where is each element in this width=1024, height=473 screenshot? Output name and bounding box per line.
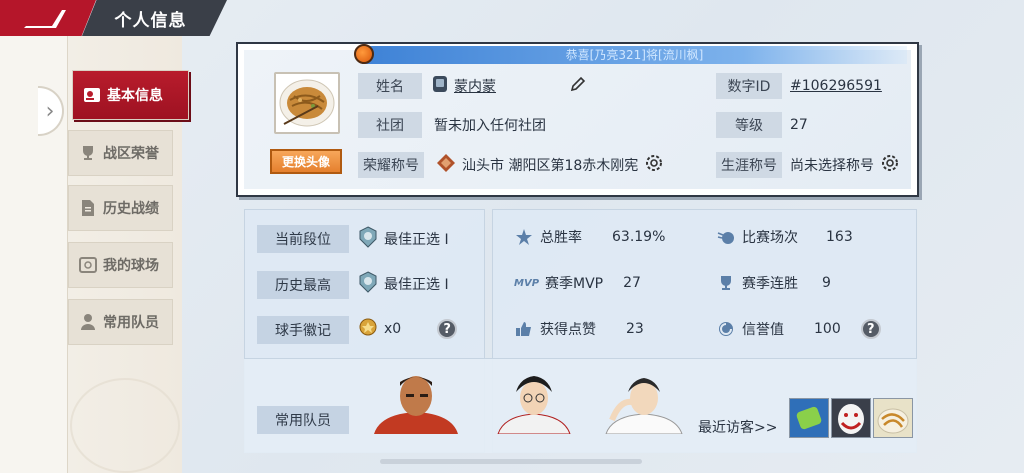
food-plate-icon: [279, 79, 335, 127]
help-icon[interactable]: ?: [860, 319, 881, 339]
sidebar-item-label: 基本信息: [107, 88, 163, 104]
player-badge-field: x0 ?: [358, 316, 458, 342]
current-rank-label: 当前段位: [257, 225, 349, 253]
numeric-id-label: 数字ID: [716, 73, 782, 99]
player-portrait-3[interactable]: [598, 370, 690, 442]
person-icon: [79, 313, 97, 331]
honor-title-label: 荣耀称号: [358, 152, 424, 178]
rank-badge-icon: [358, 271, 378, 297]
credit-label: 信誉值: [742, 322, 784, 338]
best-rank-label: 历史最高: [257, 271, 349, 299]
diamond-badge-icon: [436, 153, 456, 177]
sidebar-item-court[interactable]: 我的球场: [68, 242, 173, 288]
announcement-ticker: 恭喜[乃亮321]将[流川枫]: [362, 46, 907, 64]
edit-pencil-icon[interactable]: [570, 76, 586, 96]
current-rank-field: 最佳正选 I: [358, 226, 449, 252]
streak-label: 赛季连胜: [742, 276, 798, 292]
basketball-motion-icon: [716, 227, 736, 247]
visitor-avatar-2[interactable]: [831, 398, 871, 438]
likes-field: 获得点赞 23: [514, 316, 644, 342]
sidebar-item-history[interactable]: 历史战绩: [68, 185, 173, 231]
streak-field: 赛季连胜 9: [716, 270, 831, 296]
likes-value: 23: [626, 321, 644, 337]
honor-title-value: 汕头市 潮阳区第18赤木刚宪: [462, 158, 639, 174]
level-label: 等级: [716, 112, 782, 138]
page-title: 个人信息: [82, 0, 227, 36]
player-badge-label: 球手徽记: [257, 316, 349, 344]
phone-icon: [432, 75, 448, 97]
matches-value: 163: [826, 229, 853, 245]
sidebar-item-honors[interactable]: 战区荣誉: [68, 130, 173, 176]
likes-label: 获得点赞: [540, 322, 596, 338]
name-label: 姓名: [358, 73, 422, 99]
career-title-field: 尚未选择称号: [790, 152, 900, 178]
chevron-right-icon: ›: [45, 98, 55, 124]
mvp-label: 赛季MVP: [545, 276, 604, 292]
gear-icon[interactable]: [880, 153, 900, 177]
sidebar-item-basic-info[interactable]: 基本信息: [72, 70, 189, 120]
best-rank-value: 最佳正选 I: [384, 277, 449, 293]
mvp-value: 27: [623, 275, 641, 291]
trophy-icon: [716, 273, 736, 293]
player-portrait-2[interactable]: [488, 370, 580, 442]
level-value: 27: [790, 117, 808, 133]
streak-value: 9: [822, 275, 831, 291]
basketball-icon: [354, 44, 374, 64]
player-badge-value: x0: [384, 321, 402, 337]
matches-label: 比赛场次: [742, 230, 798, 246]
credit-swirl-icon: [716, 319, 736, 339]
rank-badge-icon: [358, 226, 378, 252]
visitor-avatar-1[interactable]: [789, 398, 829, 438]
credit-field: 信誉值 100 ?: [716, 316, 881, 342]
matches-field: 比赛场次 163: [716, 224, 853, 250]
document-icon: [79, 199, 97, 217]
user-card-icon: [83, 86, 101, 104]
horizontal-scrollbar[interactable]: [380, 459, 642, 464]
trophy-icon: [79, 144, 97, 162]
club-value: 暂未加入任何社团: [434, 118, 546, 134]
sidebar-item-label: 战区荣誉: [103, 146, 159, 162]
club-label: 社团: [358, 112, 422, 138]
help-icon[interactable]: ?: [437, 319, 458, 339]
winrate-value: 63.19%: [612, 229, 666, 245]
player-portrait-1[interactable]: [370, 370, 462, 442]
thumbs-up-icon: [514, 319, 534, 339]
mvp-field: MVP 赛季MVP 27: [514, 270, 641, 296]
basketball-watermark: [70, 378, 180, 473]
sidebar-item-players[interactable]: 常用队员: [68, 299, 173, 345]
winrate-label: 总胜率: [540, 230, 582, 246]
best-rank-field: 最佳正选 I: [358, 271, 449, 297]
change-avatar-button[interactable]: 更换头像: [270, 149, 342, 174]
winrate-field: 总胜率 63.19%: [514, 224, 665, 250]
back-button[interactable]: [0, 0, 96, 36]
honor-title-field: 汕头市 潮阳区第18赤木刚宪: [436, 152, 664, 178]
visitor-avatar-3[interactable]: [873, 398, 913, 438]
sidebar-item-label: 历史战绩: [103, 201, 159, 217]
career-title-value: 尚未选择称号: [790, 158, 874, 174]
avatar[interactable]: [274, 72, 340, 134]
player-name: 蒙内蒙: [454, 79, 496, 95]
recent-visitors-link[interactable]: 最近访客>>: [698, 414, 777, 440]
mvp-icon: MVP: [514, 277, 540, 289]
sidebar-item-label: 我的球场: [103, 258, 159, 274]
court-icon: [79, 256, 97, 274]
sidebar-item-label: 常用队员: [103, 315, 159, 331]
credit-value: 100: [814, 321, 841, 337]
frequent-players-label: 常用队员: [257, 406, 349, 434]
numeric-id-value: #106296591: [790, 78, 882, 94]
back-arrow-icon: [24, 10, 66, 28]
name-field: 蒙内蒙: [432, 73, 586, 99]
star-icon: [514, 227, 534, 247]
career-title-label: 生涯称号: [716, 152, 782, 178]
medal-icon: [358, 317, 378, 341]
current-rank-value: 最佳正选 I: [384, 232, 449, 248]
gear-icon[interactable]: [644, 153, 664, 177]
